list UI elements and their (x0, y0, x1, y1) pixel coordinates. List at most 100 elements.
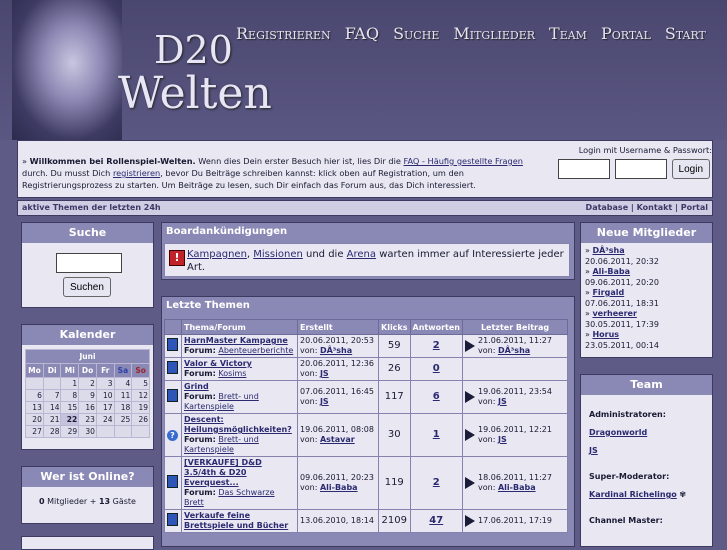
calendar-day[interactable]: 26 (131, 413, 150, 426)
calendar-day[interactable]: 25 (113, 413, 133, 426)
kampagnen-link[interactable]: Kampagnen (187, 249, 247, 260)
calendar-day[interactable]: 3 (95, 377, 115, 390)
missionen-link[interactable]: Missionen (253, 249, 303, 260)
bar-links[interactable]: Database | Kontakt | Portal (586, 201, 708, 215)
topic-author-link[interactable]: DÂ³sha (320, 346, 352, 355)
topic-author-link[interactable]: JS (320, 369, 329, 378)
topic-title-link[interactable]: Grind (184, 382, 209, 391)
go-to-last-post-icon[interactable] (465, 477, 476, 489)
calendar-day[interactable]: 2 (78, 377, 97, 390)
topic-cell: Grind Forum: Brett- und Kartenspiele (181, 380, 298, 414)
active-topics-link[interactable]: aktive Themen der letzten 24h (22, 201, 161, 215)
calendar-day[interactable]: 19 (131, 401, 150, 414)
info-bar: aktive Themen der letzten 24h Database |… (17, 200, 713, 216)
supermod-name[interactable]: Kardinal Richelingo (589, 490, 677, 499)
calendar-day[interactable]: 22 (60, 413, 80, 426)
search-input[interactable] (56, 253, 122, 273)
answers-link[interactable]: 2 (433, 340, 440, 351)
calendar-day[interactable]: 12 (131, 389, 150, 402)
topic-author-link[interactable]: JS (320, 397, 329, 406)
faq-link[interactable]: FAQ - Häufig gestellte Fragen (404, 156, 523, 166)
topic-title-link[interactable]: Verkaufe feine Brettspiele und Bücher (184, 511, 288, 530)
topic-title-link[interactable]: Descent: Heilungsmöglichkeiten? (184, 415, 292, 434)
topic-title-link[interactable]: [VERKAUFE] D&D 3.5/4th & D20 Everquest..… (184, 458, 262, 487)
calendar-day (25, 377, 44, 390)
last-post-author[interactable]: JS (498, 435, 507, 444)
topic-row: HarnMaster Kampagne Forum: Abenteuerberic… (164, 334, 569, 358)
calendar-day[interactable]: 5 (131, 377, 150, 390)
login-button[interactable]: Login (671, 159, 710, 179)
nav-registrieren[interactable]: Registrieren (236, 24, 331, 43)
calendar-day[interactable]: 17 (95, 401, 115, 414)
topic-author-link[interactable]: Astavar (320, 435, 355, 444)
warning-icon: ! (169, 250, 185, 266)
admin-js[interactable]: JS (589, 446, 598, 455)
calendar-day (95, 425, 115, 438)
answers-link[interactable]: 2 (433, 477, 440, 488)
nav-mitglieder[interactable]: Mitglieder (453, 24, 535, 43)
calendar-day[interactable]: 11 (113, 389, 133, 402)
calendar-day[interactable]: 29 (60, 425, 80, 438)
calendar-day-header: Di (42, 363, 62, 378)
nav-team[interactable]: Team (549, 24, 587, 43)
calendar-day[interactable]: 15 (60, 401, 80, 414)
topic-icon (167, 338, 178, 351)
topic-forum-link[interactable]: Abenteuerberichte (218, 346, 293, 355)
topic-title-link[interactable]: Valor & Victory (184, 359, 252, 368)
topic-forum-link[interactable]: Kosims (218, 369, 246, 378)
search-button[interactable]: Suchen (63, 277, 111, 297)
answers-link[interactable]: 47 (429, 515, 443, 526)
topic-title-link[interactable]: HarnMaster Kampagne (184, 336, 288, 345)
welcome-bold: Willkommen bei Rollenspiel-Welten. (29, 156, 196, 166)
answers-link[interactable]: 0 (433, 363, 440, 374)
calendar-day[interactable]: 4 (113, 377, 133, 390)
arena-link[interactable]: Arena (347, 249, 376, 260)
calendar-day[interactable]: 6 (25, 389, 44, 402)
calendar-day[interactable]: 21 (42, 413, 62, 426)
nav-faq[interactable]: FAQ (345, 24, 379, 43)
clicks-cell: 26 (378, 357, 411, 381)
calendar-day[interactable]: 7 (42, 389, 62, 402)
register-link[interactable]: registrieren (113, 168, 160, 178)
calendar-day[interactable]: 28 (42, 425, 62, 438)
answers-link[interactable]: 1 (433, 429, 440, 440)
nav-portal[interactable]: Portal (601, 24, 651, 43)
ann-t1: und die (302, 249, 347, 260)
calendar-day[interactable]: 1 (60, 377, 80, 390)
new-member-link[interactable]: Horus (592, 330, 619, 339)
username-input[interactable] (557, 159, 610, 179)
calendar-day[interactable]: 9 (78, 389, 97, 402)
calendar-day[interactable]: 13 (25, 401, 44, 414)
calendar-day[interactable]: 27 (25, 425, 44, 438)
admin-dragonworld[interactable]: Dragonworld (589, 428, 647, 437)
calendar-day[interactable]: 20 (25, 413, 44, 426)
channel-master-label: Channel Master: (589, 516, 663, 525)
calendar-day[interactable]: 10 (95, 389, 115, 402)
new-member-link[interactable]: DÂ³sha (592, 246, 624, 255)
password-input[interactable] (614, 159, 667, 179)
last-post-author[interactable]: JS (498, 397, 507, 406)
topic-author-link[interactable]: Ali-Baba (320, 483, 358, 492)
new-member-item: » Horus 23.05.2011, 00:14 (585, 330, 659, 350)
calendar-day[interactable]: 30 (78, 425, 97, 438)
calendar-day[interactable]: 24 (95, 413, 115, 426)
new-member-link[interactable]: Ali-Baba (592, 267, 630, 276)
go-to-last-post-icon[interactable] (465, 391, 476, 403)
last-post-author[interactable]: Ali-Baba (498, 483, 536, 492)
go-to-last-post-icon[interactable] (465, 515, 476, 527)
new-member-link[interactable]: verheerer (592, 309, 636, 318)
calendar-day[interactable]: 14 (42, 401, 62, 414)
go-to-last-post-icon[interactable] (465, 340, 476, 352)
answers-link[interactable]: 6 (433, 391, 440, 402)
calendar-day[interactable]: 16 (78, 401, 97, 414)
nav-start[interactable]: Start (665, 24, 706, 43)
site-header: D20 Welten Registrieren FAQ Suche Mitgli… (0, 0, 727, 140)
nav-suche[interactable]: Suche (393, 24, 439, 43)
last-post-author[interactable]: DÂ³sha (498, 346, 530, 355)
calendar-day[interactable]: 18 (113, 401, 133, 414)
go-to-last-post-icon[interactable] (465, 429, 476, 441)
new-member-link[interactable]: Firgald (592, 288, 624, 297)
calendar-day[interactable]: 23 (78, 413, 97, 426)
online-members-count: 0 (39, 497, 45, 506)
calendar-day[interactable]: 8 (60, 389, 80, 402)
